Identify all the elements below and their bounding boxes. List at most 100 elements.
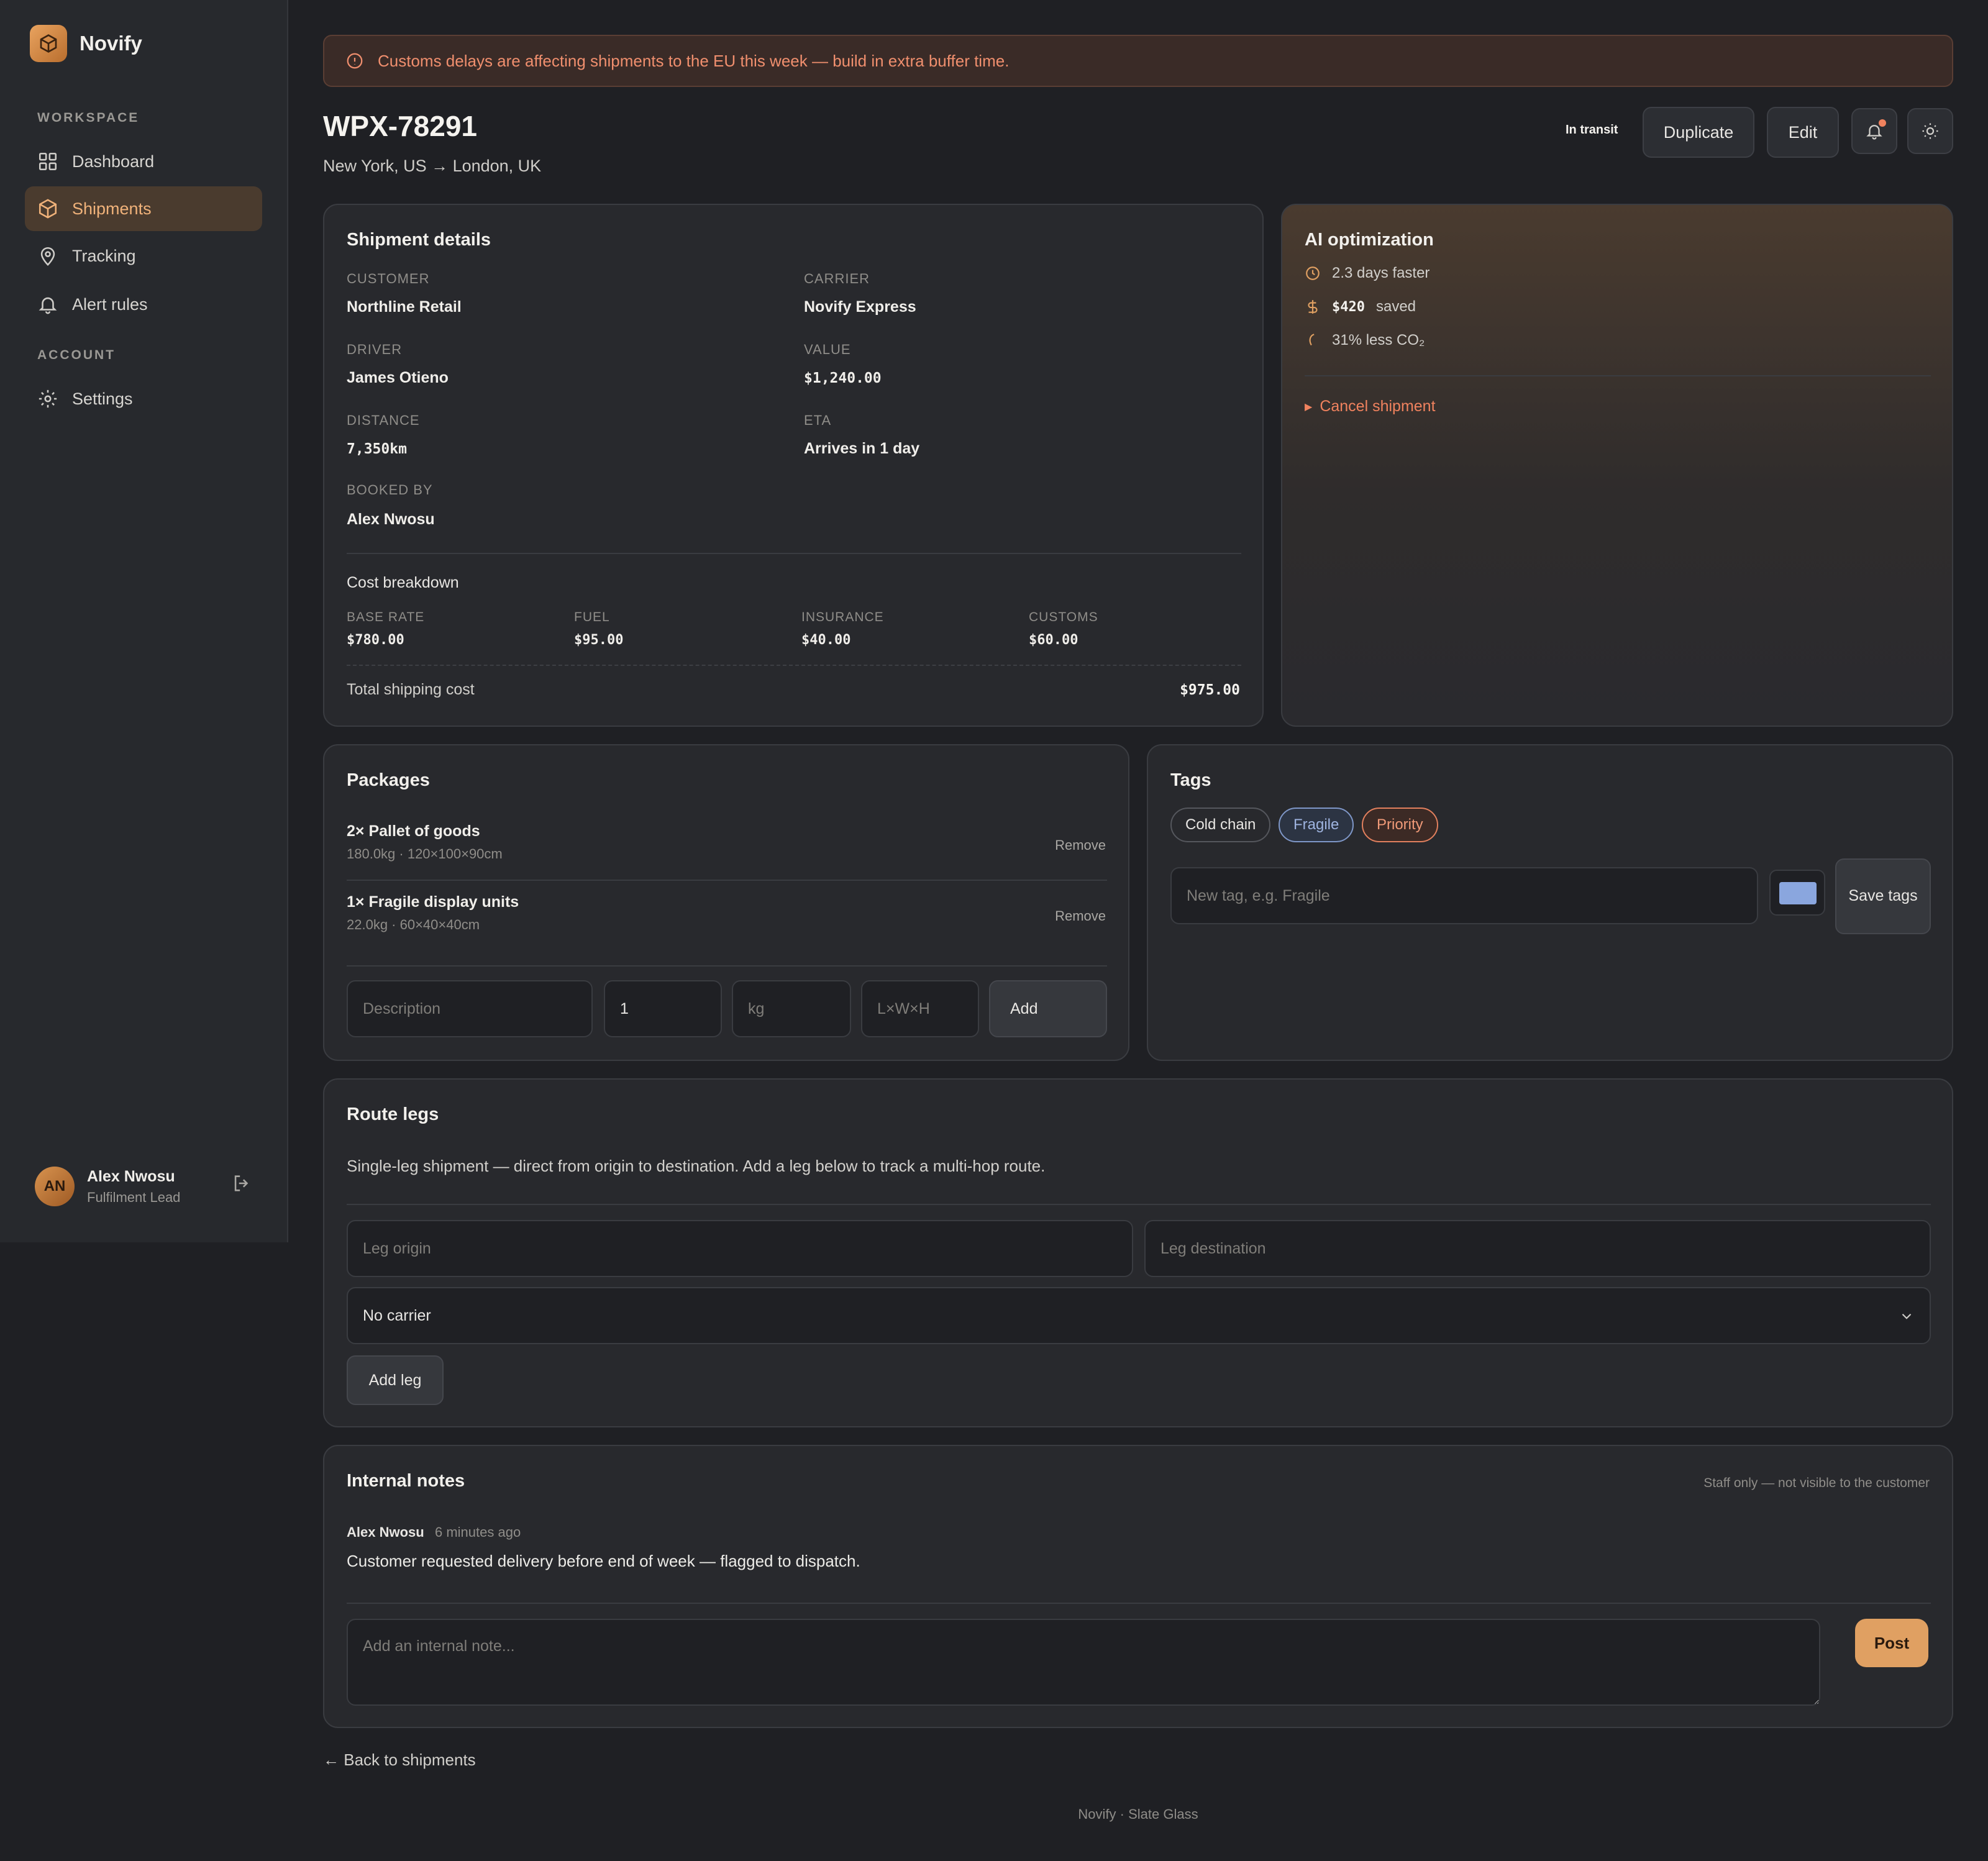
divider [1305, 375, 1931, 376]
page-title: WPX-78291 [323, 110, 478, 142]
eta-value: Arrives in 1 day [804, 440, 920, 457]
add-package-button[interactable]: Add [989, 980, 1107, 1037]
total-cost-label: Total shipping cost [347, 681, 475, 698]
value-amount: $1,240.00 [804, 370, 882, 386]
cancel-shipment-toggle[interactable]: ▶ Cancel shipment [1305, 398, 1436, 416]
booked-by-label: BOOKED BY [347, 482, 433, 498]
customer-label: CUSTOMER [347, 271, 430, 286]
save-tags-button[interactable]: Save tags [1835, 858, 1931, 934]
color-swatch [1779, 882, 1817, 904]
remove-package-button[interactable]: Remove [1055, 837, 1106, 853]
customer-value: Northline Retail [347, 298, 462, 316]
package-weight-input[interactable] [732, 980, 851, 1037]
box-logo-icon [30, 25, 67, 62]
insurance-label: INSURANCE [801, 610, 884, 624]
note-timestamp: 6 minutes ago [435, 1524, 521, 1540]
leg-destination-input[interactable] [1144, 1220, 1931, 1277]
total-cost-value: $975.00 [1180, 682, 1240, 698]
card-title: AI optimization [1305, 230, 1434, 250]
ai-cost-saving: $420 saved [1305, 298, 1416, 316]
divider [347, 1603, 1931, 1604]
brand[interactable]: Novify [30, 25, 142, 62]
leaf-icon [1309, 334, 1315, 346]
sidebar-item-settings[interactable]: Settings [25, 376, 262, 421]
status-badge: In transit [1566, 123, 1618, 137]
card-title: Tags [1170, 770, 1211, 790]
package-description-input[interactable] [347, 980, 593, 1037]
footer: Novify · Slate Glass [1078, 1806, 1198, 1822]
package-name: 2× Pallet of goods [347, 822, 480, 840]
packages-card: Packages 2× Pallet of goods 180.0kg · 12… [323, 744, 1129, 1061]
sidebar-item-alert-rules[interactable]: Alert rules [25, 282, 262, 327]
brand-name: Novify [80, 32, 142, 55]
leg-carrier-select[interactable]: No carrier [347, 1287, 1931, 1344]
cost-breakdown-title: Cost breakdown [347, 574, 459, 591]
chevron-down-icon [1902, 1313, 1912, 1319]
alert-banner: Customs delays are affecting shipments t… [323, 35, 1953, 87]
package-meta: 22.0kg · 60×40×40cm [347, 917, 480, 932]
package-name: 1× Fragile display units [347, 893, 519, 911]
theme-toggle-button[interactable] [1907, 108, 1953, 154]
tag-cold-chain[interactable]: Cold chain [1170, 808, 1271, 842]
clock-icon [1306, 266, 1320, 280]
ai-co2-saving: 31% less CO₂ [1305, 332, 1425, 349]
add-leg-button[interactable]: Add leg [347, 1355, 444, 1405]
card-title: Internal notes [347, 1471, 465, 1491]
sidebar-item-shipments[interactable]: Shipments [25, 186, 262, 231]
nav-section-workspace: WORKSPACE [37, 111, 140, 125]
route-legs-card: Route legs Single-leg shipment — direct … [323, 1078, 1953, 1427]
base-rate-label: BASE RATE [347, 610, 425, 624]
shipment-details-card: Shipment details CUSTOMER Northline Reta… [323, 204, 1264, 727]
dashed-divider [347, 665, 1241, 666]
notification-dot [1879, 119, 1886, 127]
caret-right-icon: ▶ [1305, 401, 1313, 412]
sidebar-item-tracking[interactable]: Tracking [25, 234, 262, 278]
package-quantity-input[interactable] [604, 980, 722, 1037]
carrier-label: CARRIER [804, 271, 870, 286]
tag-color-picker[interactable] [1769, 870, 1825, 916]
duplicate-button[interactable]: Duplicate [1643, 107, 1754, 158]
distance-label: DISTANCE [347, 412, 420, 428]
edit-button[interactable]: Edit [1767, 107, 1839, 158]
divider [347, 965, 1107, 967]
tag-priority[interactable]: Priority [1362, 808, 1438, 842]
base-rate-value: $780.00 [347, 632, 404, 648]
customs-value: $60.00 [1029, 632, 1078, 648]
notifications-button[interactable] [1851, 108, 1897, 154]
leg-origin-input[interactable] [347, 1220, 1133, 1277]
new-tag-input[interactable] [1170, 867, 1758, 924]
package-dimensions-input[interactable] [861, 980, 979, 1037]
shipment-route: New York, US → London, UK [323, 157, 542, 175]
dollar-icon [1308, 300, 1318, 314]
divider [347, 880, 1107, 881]
sidebar: Novify WORKSPACE Dashboard Shipments Tra… [0, 0, 288, 1242]
back-to-shipments-link[interactable]: ← Back to shipments [323, 1750, 476, 1770]
fuel-label: FUEL [574, 610, 610, 624]
post-note-button[interactable]: Post [1855, 1619, 1928, 1667]
distance-value: 7,350km [347, 441, 407, 457]
card-title: Route legs [347, 1104, 439, 1124]
alert-text: Customs delays are affecting shipments t… [378, 51, 1010, 70]
bell-icon [39, 297, 57, 314]
user-profile[interactable]: AN Alex Nwosu Fulfilment Lead [35, 1167, 180, 1206]
remove-package-button[interactable]: Remove [1055, 908, 1106, 924]
logout-icon[interactable] [231, 1173, 252, 1194]
notes-visibility-hint: Staff only — not visible to the customer [1703, 1476, 1930, 1490]
ai-time-saving: 2.3 days faster [1305, 265, 1429, 282]
avatar: AN [35, 1167, 75, 1206]
sidebar-item-label: Alert rules [72, 294, 148, 314]
customs-label: CUSTOMS [1029, 610, 1098, 624]
insurance-value: $40.00 [801, 632, 851, 648]
tag-fragile[interactable]: Fragile [1279, 808, 1354, 842]
internal-notes-card: Internal notes Staff only — not visible … [323, 1445, 1953, 1728]
alert-circle-icon [347, 53, 363, 69]
driver-label: DRIVER [347, 342, 403, 357]
sidebar-item-dashboard[interactable]: Dashboard [25, 139, 262, 184]
internal-note-input[interactable] [347, 1619, 1820, 1706]
sidebar-item-label: Settings [72, 389, 133, 408]
divider [347, 553, 1241, 554]
user-name: Alex Nwosu [87, 1167, 175, 1185]
carrier-value: Novify Express [804, 298, 916, 316]
booked-by-value: Alex Nwosu [347, 511, 435, 528]
note-body: Customer requested delivery before end o… [347, 1552, 860, 1570]
